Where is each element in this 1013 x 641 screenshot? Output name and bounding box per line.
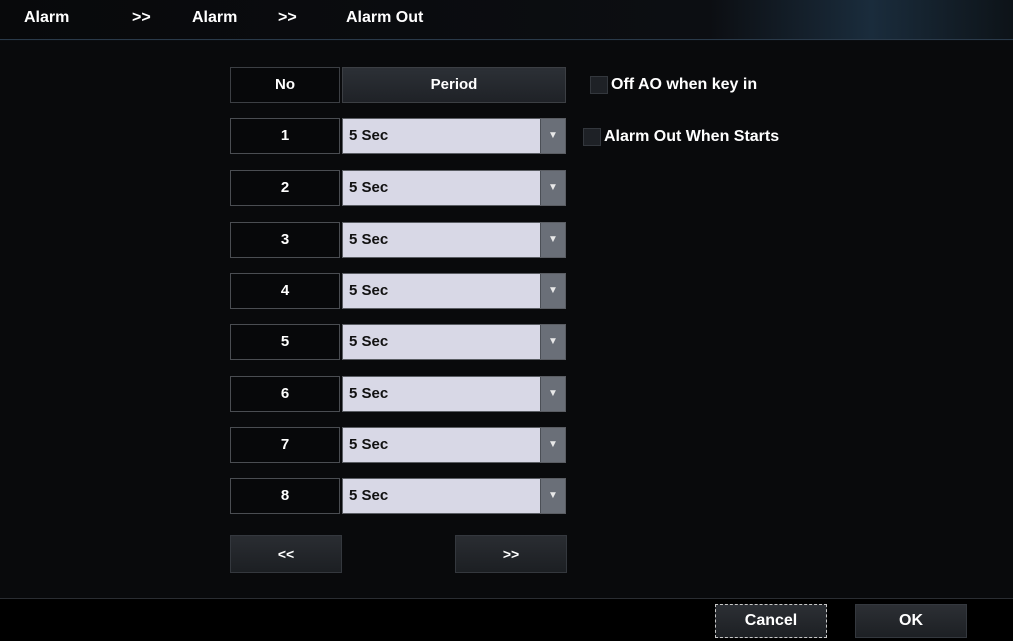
row-number: 1	[230, 118, 340, 154]
next-page-button[interactable]: >>	[455, 535, 567, 573]
breadcrumb-level-2[interactable]: Alarm	[192, 9, 237, 27]
row-number: 8	[230, 478, 340, 514]
period-value: 5 Sec	[349, 333, 389, 350]
period-select[interactable]: 5 Sec ▼	[342, 324, 566, 360]
row-number: 6	[230, 376, 340, 412]
breadcrumb: Alarm >> Alarm >> Alarm Out	[0, 0, 1013, 40]
chevron-down-icon[interactable]: ▼	[540, 377, 565, 411]
row-number: 7	[230, 427, 340, 463]
breadcrumb-level-1[interactable]: Alarm	[24, 9, 69, 27]
alarm-out-starts-label: Alarm Out When Starts	[604, 128, 780, 146]
chevron-down-icon[interactable]: ▼	[540, 223, 565, 257]
prev-page-button[interactable]: <<	[230, 535, 342, 573]
chevron-down-icon[interactable]: ▼	[540, 171, 565, 205]
period-value: 5 Sec	[349, 385, 389, 402]
period-select[interactable]: 5 Sec ▼	[342, 222, 566, 258]
alarm-out-starts-checkbox[interactable]	[583, 128, 601, 146]
off-ao-checkbox[interactable]	[590, 76, 608, 94]
period-select[interactable]: 5 Sec ▼	[342, 478, 566, 514]
chevron-down-icon[interactable]: ▼	[540, 119, 565, 153]
period-select[interactable]: 5 Sec ▼	[342, 376, 566, 412]
breadcrumb-level-3: Alarm Out	[346, 9, 424, 26]
period-select[interactable]: 5 Sec ▼	[342, 118, 566, 154]
period-select[interactable]: 5 Sec ▼	[342, 273, 566, 309]
column-header-period: Period	[342, 67, 566, 103]
chevron-down-icon[interactable]: ▼	[540, 274, 565, 308]
period-value: 5 Sec	[349, 282, 389, 299]
off-ao-label: Off AO when key in	[611, 76, 758, 94]
chevron-down-icon[interactable]: ▼	[540, 325, 565, 359]
breadcrumb-separator-1: >>	[132, 9, 151, 26]
period-value: 5 Sec	[349, 436, 389, 453]
column-header-no: No	[230, 67, 340, 103]
breadcrumb-separator-2: >>	[278, 9, 297, 26]
ok-button[interactable]: OK	[855, 604, 967, 638]
period-value: 5 Sec	[349, 127, 389, 144]
row-number: 5	[230, 324, 340, 360]
row-number: 2	[230, 170, 340, 206]
row-number: 4	[230, 273, 340, 309]
chevron-down-icon[interactable]: ▼	[540, 479, 565, 513]
period-value: 5 Sec	[349, 179, 389, 196]
period-value: 5 Sec	[349, 487, 389, 504]
alarm-out-starts-option[interactable]: Alarm Out When Starts	[583, 128, 779, 146]
chevron-down-icon[interactable]: ▼	[540, 428, 565, 462]
period-select[interactable]: 5 Sec ▼	[342, 427, 566, 463]
period-select[interactable]: 5 Sec ▼	[342, 170, 566, 206]
off-ao-option[interactable]: Off AO when key in	[590, 76, 757, 94]
cancel-button[interactable]: Cancel	[715, 604, 827, 638]
row-number: 3	[230, 222, 340, 258]
period-value: 5 Sec	[349, 231, 389, 248]
